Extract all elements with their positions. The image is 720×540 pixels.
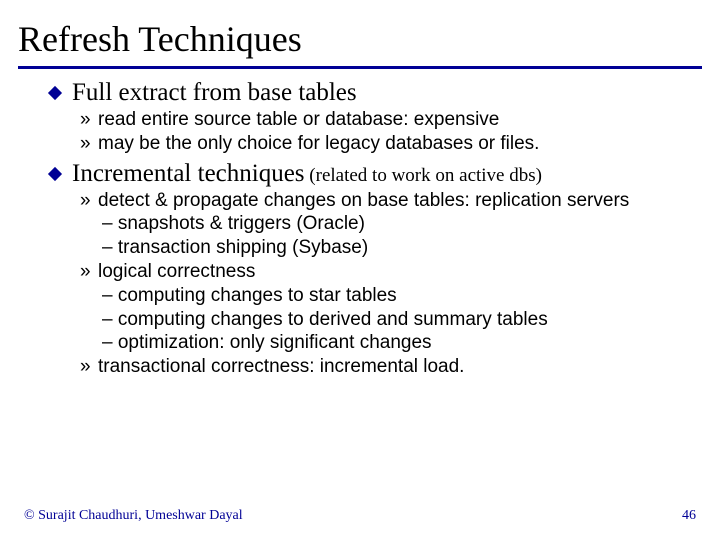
slide-title: Refresh Techniques [0,0,720,66]
slide-body: Full extract from base tables»read entir… [0,79,720,379]
bullet-level3: – optimization: only significant changes [102,332,702,355]
bullet-level2: »transactional correctness: incremental … [80,356,702,379]
bullet-level2: »may be the only choice for legacy datab… [80,133,702,156]
bullet-level1: Full extract from base tables [50,79,702,107]
bullet-level3: – transaction shipping (Sybase) [102,237,702,260]
bullet-level3: – snapshots & triggers (Oracle) [102,213,702,236]
bullet-level3: – computing changes to derived and summa… [102,309,702,332]
bullet-level1-text: Full extract from base tables [72,79,357,107]
diamond-bullet-icon [48,86,62,100]
slide-number: 46 [682,508,696,524]
title-underline [18,66,702,69]
bullet-level3: – computing changes to star tables [102,285,702,308]
raquo-icon: » [80,261,98,284]
bullet-level1-text: Incremental techniques (related to work … [72,160,542,188]
raquo-icon: » [80,356,98,379]
bullet-level1-paren: (related to work on active dbs) [305,165,542,186]
bullet-level2: »read entire source table or database: e… [80,109,702,132]
diamond-bullet-icon [48,167,62,181]
bullet-level2-text: transactional correctness: incremental l… [98,356,464,379]
bullet-level2-text: detect & propagate changes on base table… [98,190,629,213]
bullet-level2: »logical correctness [80,261,702,284]
bullet-level2: »detect & propagate changes on base tabl… [80,190,702,213]
footer: © Surajit Chaudhuri, Umeshwar Dayal 46 [24,508,696,524]
footer-credit: © Surajit Chaudhuri, Umeshwar Dayal [24,508,243,524]
bullet-level2-text: may be the only choice for legacy databa… [98,133,539,156]
bullet-level2-text: logical correctness [98,261,255,284]
bullet-level2-text: read entire source table or database: ex… [98,109,499,132]
bullet-level1: Incremental techniques (related to work … [50,160,702,188]
raquo-icon: » [80,109,98,132]
raquo-icon: » [80,190,98,213]
raquo-icon: » [80,133,98,156]
